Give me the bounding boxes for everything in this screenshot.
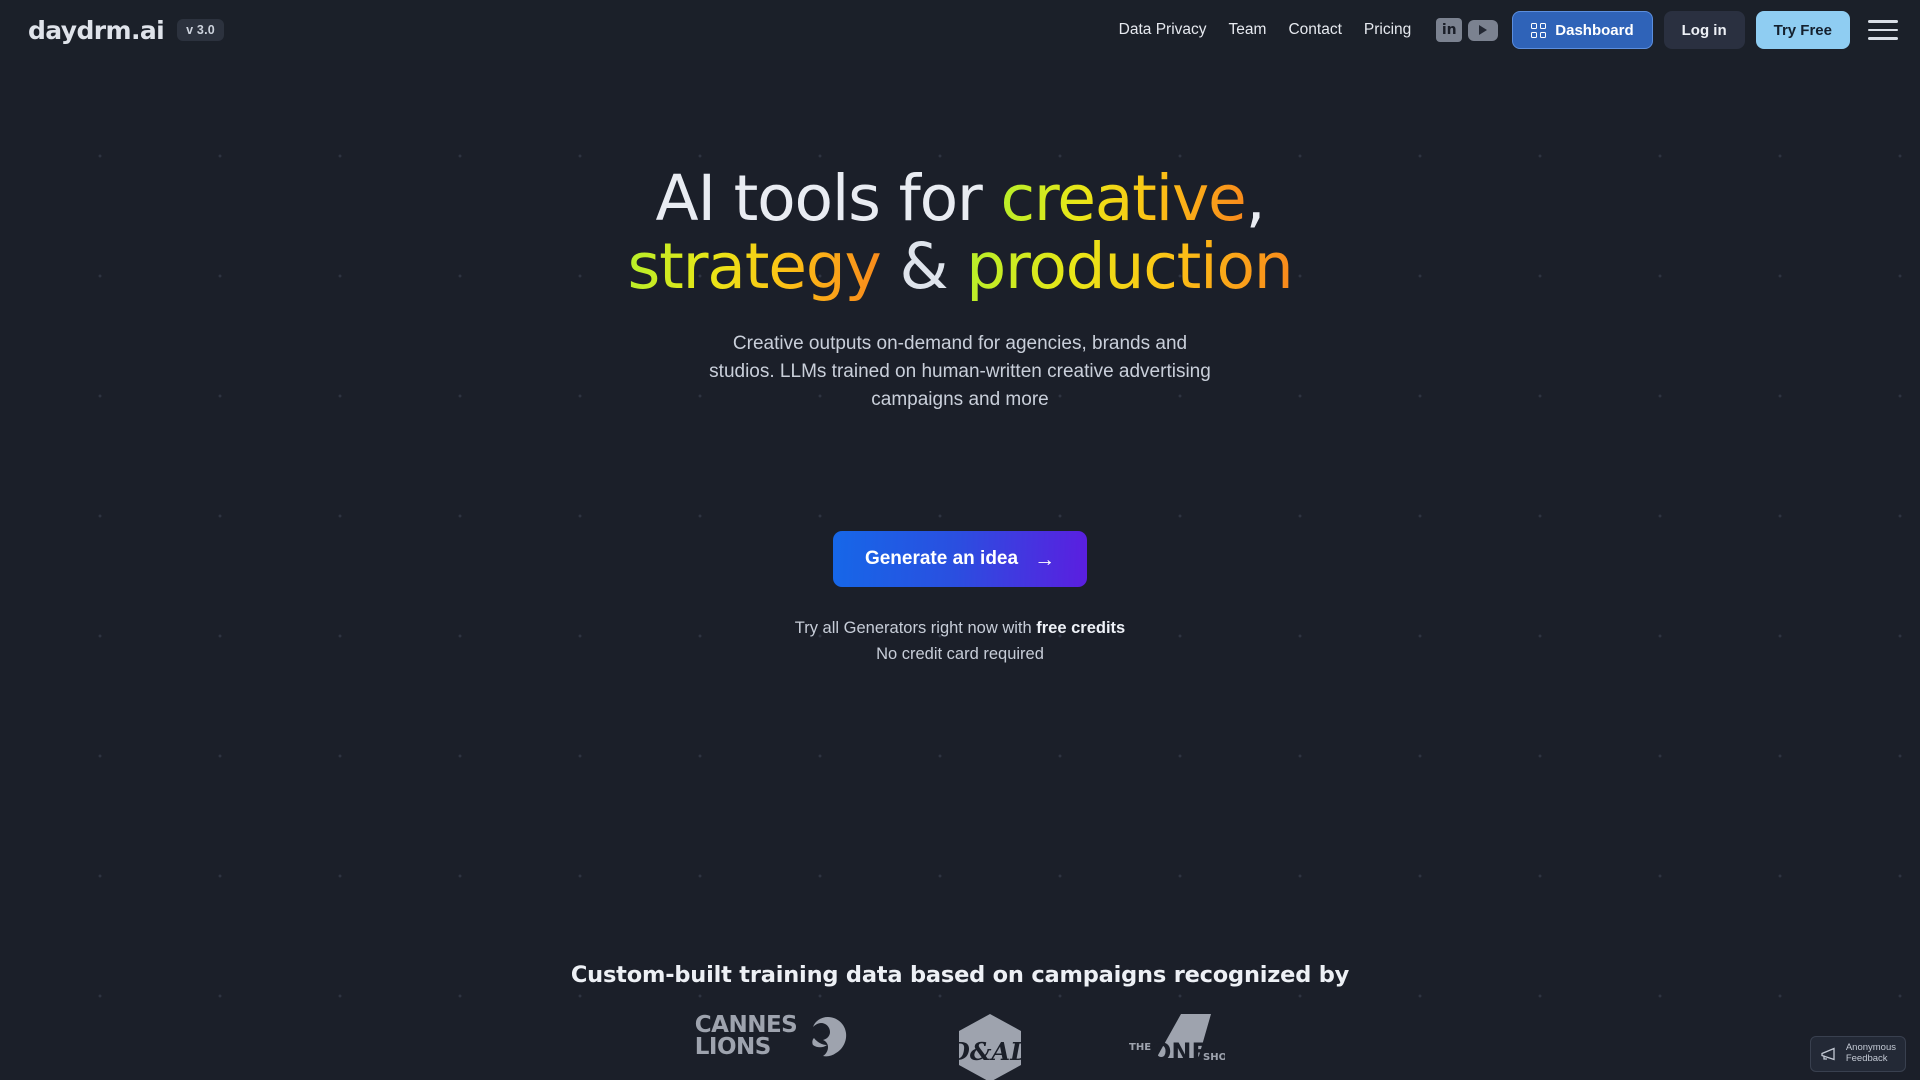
play-triangle-icon [1479, 25, 1488, 35]
nav-data-privacy[interactable]: Data Privacy [1108, 21, 1218, 39]
credits-prefix: Try all Generators right now with [794, 619, 1037, 638]
anonymous-feedback-widget[interactable]: Anonymous Feedback [1809, 1036, 1906, 1072]
credits-highlight: free credits [1036, 619, 1126, 638]
page-title: AI tools for creative, strategy & produc… [0, 162, 1920, 304]
headline-ampersand: & [880, 230, 967, 304]
linkedin-glyph: in [1441, 22, 1457, 38]
try-free-button-label: Try Free [1773, 21, 1832, 39]
credits-line2: No credit card required [876, 644, 1044, 663]
nav-pricing[interactable]: Pricing [1353, 21, 1422, 39]
login-button-label: Log in [1681, 21, 1727, 39]
version-badge: v 3.0 [177, 19, 224, 41]
one-show-logo: THE ONE SHOW [1125, 1014, 1238, 1079]
dandad-logo: D&AD [948, 1014, 1031, 1080]
megaphone-icon [1821, 1047, 1835, 1060]
awards-heading: Custom-built training data based on camp… [570, 962, 1350, 988]
cannes-line2: LIONS [694, 1034, 772, 1060]
cta-label: Generate an idea [864, 548, 1019, 570]
awards-logo-row: CANNES LIONS D&AD [0, 1014, 1920, 1080]
feedback-line2: Feedback [1845, 1053, 1888, 1065]
headline-comma: , [1245, 162, 1266, 235]
try-free-button[interactable]: Try Free [1755, 11, 1850, 49]
awards-section: Custom-built training data based on camp… [0, 962, 1920, 1080]
logo-text: daydrm.ai [28, 15, 165, 45]
dashboard-button[interactable]: Dashboard [1512, 11, 1653, 49]
one-show-one: ONE [1151, 1038, 1208, 1066]
youtube-icon[interactable] [1468, 19, 1499, 41]
linkedin-icon[interactable]: in [1436, 18, 1463, 42]
hero-section: AI tools for creative, strategy & produc… [0, 60, 1920, 667]
social-links: in [1436, 18, 1499, 42]
headline-plain-1: AI tools for [655, 162, 1001, 235]
arrow-right-icon: → [1034, 547, 1056, 571]
dandad-shield-icon: D&AD [948, 1014, 1031, 1080]
cannes-lions-logo: CANNES LIONS [695, 1014, 855, 1060]
one-show-show: SHOW [1203, 1052, 1225, 1063]
lion-head-icon [812, 1017, 847, 1057]
headline-word-creative: creative [1000, 162, 1246, 235]
headline-word-production: production [966, 230, 1293, 304]
dashboard-button-label: Dashboard [1555, 21, 1634, 39]
site-header: daydrm.ai v 3.0 Data Privacy Team Contac… [0, 0, 1920, 60]
hero-subtitle: Creative outputs on-demand for agencies,… [709, 333, 1211, 410]
one-show-the: THE [1129, 1042, 1151, 1053]
dandad-text: D&AD [959, 1037, 1021, 1066]
brand[interactable]: daydrm.ai v 3.0 [28, 16, 224, 45]
cta-container: Generate an idea → [0, 531, 1920, 588]
landing-page: daydrm.ai v 3.0 Data Privacy Team Contac… [0, 0, 1920, 1080]
hamburger-menu-icon[interactable] [1868, 18, 1898, 42]
main-navigation: Data Privacy Team Contact Pricing in Das… [1108, 11, 1898, 49]
nav-team[interactable]: Team [1218, 21, 1278, 39]
headline-word-strategy: strategy [627, 230, 881, 304]
credits-note: Try all Generators right now with free c… [0, 616, 1920, 667]
generate-an-idea-button[interactable]: Generate an idea → [832, 531, 1088, 588]
login-button[interactable]: Log in [1663, 11, 1745, 49]
nav-contact[interactable]: Contact [1277, 21, 1352, 39]
one-show-mark: THE ONE SHOW [1129, 1014, 1238, 1066]
grid-icon [1531, 22, 1547, 38]
